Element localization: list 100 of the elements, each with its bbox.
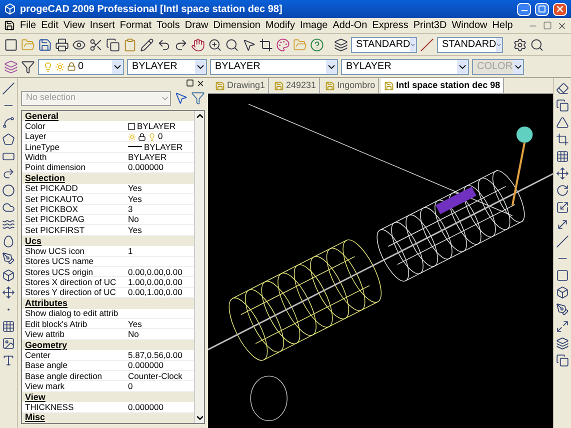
preview-icon[interactable] [72,38,86,52]
section-header[interactable]: General [25,112,59,121]
menu-item[interactable]: Express [372,18,408,33]
text-style-dropdown[interactable]: STANDARD [351,36,417,52]
stretch-icon[interactable] [556,218,569,231]
close-icon[interactable] [557,20,567,30]
property-value[interactable]: Yes [128,184,142,193]
section-header[interactable]: View [25,392,46,402]
property-value[interactable]: 3 [128,205,133,214]
polyline-icon[interactable] [2,116,15,129]
property-value[interactable]: 1 [128,246,133,256]
menu-item[interactable]: Dimension [213,18,260,33]
property-value[interactable]: BYLAYER [144,142,183,152]
linetype-dropdown[interactable]: BYLAYER [210,58,338,74]
drawing-tab[interactable]: Drawing1 [212,78,270,93]
crop-icon[interactable] [259,38,273,52]
zoom-icon[interactable] [225,38,239,52]
help-icon[interactable] [310,38,324,52]
print-icon[interactable] [55,38,69,52]
redo-icon[interactable] [174,38,188,52]
color-palette-icon[interactable] [276,38,290,52]
property-value[interactable]: 0 [158,132,163,141]
drawing-tab[interactable]: Intl space station dec 98 [381,78,504,93]
menu-item[interactable]: Edit [41,18,58,33]
menu-item[interactable]: Insert [90,18,115,33]
property-value[interactable]: 1.00,0.00,0.00 [128,278,182,286]
menu-item[interactable]: File [20,18,36,33]
close-button[interactable] [553,2,567,16]
dimension-style-dropdown[interactable]: STANDARD [437,36,503,52]
property-value[interactable]: 0 [128,382,133,390]
scroll-down-icon[interactable] [195,413,205,423]
property-value[interactable]: 0.00,0.00,0.00 [128,268,182,276]
layers-icon[interactable] [4,60,18,74]
property-value[interactable]: 0.000000 [128,402,164,412]
property-label: View attrib [24,330,66,338]
spline-icon[interactable] [2,218,15,231]
undo-icon[interactable] [157,38,171,52]
property-value[interactable]: BYLAYER [128,153,167,162]
erase-icon[interactable] [556,82,569,95]
close-icon[interactable] [196,78,205,88]
section-header[interactable]: Ucs [25,236,42,246]
find-icon[interactable] [530,38,544,52]
property-value[interactable]: No [128,215,139,224]
minimize-button[interactable] [517,2,531,16]
zoom-in-icon[interactable] [208,38,222,52]
layer-dropdown[interactable]: 0 [38,58,124,74]
menu-item[interactable]: Tools [156,18,180,33]
hatch-icon[interactable] [2,320,15,333]
maximize-button[interactable] [535,2,549,16]
scale-icon[interactable] [556,201,569,214]
pen-icon[interactable] [2,252,15,265]
section-header[interactable]: Misc [25,413,46,422]
rectangle-icon[interactable] [2,150,15,163]
menu-item[interactable]: Window [452,18,488,33]
property-value[interactable]: 0.00,1.00,0.00 [128,288,182,297]
quick-select-icon[interactable] [191,91,205,105]
move-icon[interactable] [556,167,569,180]
property-label: Center [24,350,51,360]
menu-item[interactable]: View [63,18,85,33]
menu-item[interactable]: Print3D [413,18,447,33]
new-file-icon[interactable] [4,38,18,52]
menu-item[interactable]: Modify [266,18,295,33]
cloud-icon[interactable] [2,201,15,214]
property-value[interactable]: 0.000000 [128,163,164,172]
pan-icon[interactable] [191,38,205,52]
menu-item[interactable]: Add-On [332,18,368,33]
restore-icon[interactable] [186,79,194,87]
circle-icon[interactable] [2,184,15,197]
property-value[interactable]: Yes [128,194,142,204]
text-icon[interactable] [2,354,15,367]
lineweight-dropdown[interactable]: BYLAYER [341,58,469,74]
select-objects-icon[interactable] [174,91,188,105]
scroll-up-icon[interactable] [195,111,205,121]
property-value[interactable]: No [128,330,139,338]
menu-item[interactable]: Help [492,18,513,33]
copy-icon[interactable] [106,38,120,52]
menu-item[interactable]: Image [300,18,328,33]
property-value[interactable]: Yes [128,320,142,328]
pointer-icon[interactable] [242,38,256,52]
block-icon[interactable] [2,269,15,282]
drawing-tab[interactable]: 249231 [271,78,320,93]
property-value[interactable]: Counter-Clock [128,372,182,380]
match-properties-icon[interactable] [140,38,154,52]
property-value[interactable]: 0.000000 [128,361,164,370]
arc-icon[interactable] [2,167,15,180]
property-value[interactable]: 5.87,0.56,0.00 [128,350,182,360]
property-value[interactable]: BYLAYER [137,122,176,130]
polygon-icon[interactable] [2,133,15,146]
menu-item[interactable]: Format [120,18,152,33]
entity-colour-dropdown[interactable]: BYLAYER [127,58,207,74]
menu-item[interactable]: Draw [184,18,208,33]
layer-filter-icon[interactable] [21,60,35,74]
cut-icon[interactable] [89,38,103,52]
line-icon[interactable] [2,82,15,95]
rotate-icon[interactable] [556,184,569,197]
scrollbar[interactable] [194,111,204,423]
property-value[interactable]: Yes [128,226,142,234]
drawing-tab[interactable]: Ingombro [322,78,380,93]
save-icon[interactable] [38,38,52,52]
copy-icon[interactable] [556,99,569,112]
